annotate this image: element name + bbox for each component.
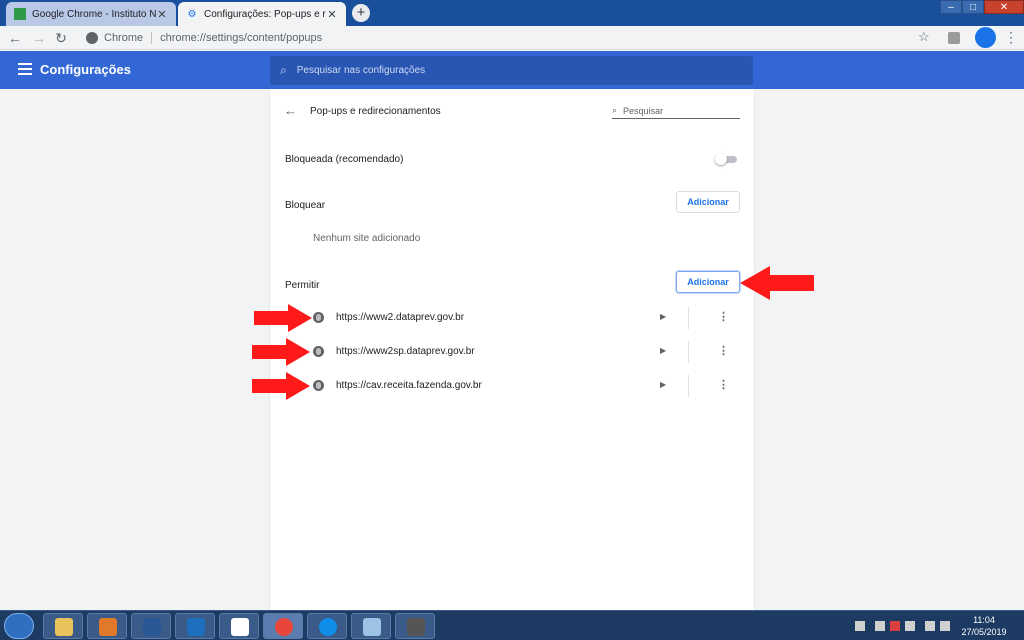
taskbar: 11:04 27/05/2019 xyxy=(0,610,1024,640)
gear-icon: ⚙ xyxy=(187,8,197,20)
caret-right-icon[interactable]: ▶ xyxy=(660,312,666,321)
empty-block-list: Nenhum site adicionado xyxy=(313,233,421,244)
globe-icon xyxy=(313,380,324,391)
chrome-taskbar-button[interactable] xyxy=(263,613,303,639)
app-taskbar-button[interactable] xyxy=(351,613,391,639)
volume-icon[interactable] xyxy=(940,621,950,631)
search-icon: ⌕ xyxy=(280,63,287,77)
site-url: https://cav.receita.fazenda.gov.br xyxy=(336,380,482,391)
tray-icon[interactable] xyxy=(855,621,865,631)
clock-date: 27/05/2019 xyxy=(961,627,1007,637)
search-placeholder: Pesquisar xyxy=(623,105,664,116)
reload-icon[interactable]: ↻ xyxy=(52,29,70,47)
subpage-title: Pop-ups e redirecionamentos xyxy=(310,106,441,117)
back-arrow-icon[interactable]: ← xyxy=(6,29,24,47)
explorer-taskbar-button[interactable] xyxy=(43,613,83,639)
tray-icon[interactable] xyxy=(890,621,900,631)
list-item[interactable]: https://www2sp.dataprev.gov.br ▶ ⋮ xyxy=(270,335,754,369)
annotation-arrow-left-icon xyxy=(740,266,814,300)
divider xyxy=(688,341,689,363)
vnc-taskbar-button[interactable] xyxy=(219,613,259,639)
hamburger-icon[interactable] xyxy=(18,63,32,75)
add-block-button[interactable]: Adicionar xyxy=(676,191,740,213)
browser-toolbar: ← → ↻ Chrome chrome://settings/content/p… xyxy=(0,26,1024,50)
flag-icon xyxy=(14,8,26,20)
annotation-arrow-right-icon xyxy=(252,338,310,366)
close-tab-icon[interactable]: ✕ xyxy=(326,8,338,21)
divider xyxy=(688,307,689,329)
teamviewer-taskbar-button[interactable] xyxy=(307,613,347,639)
caret-right-icon[interactable]: ▶ xyxy=(660,346,666,355)
site-url: https://www2.dataprev.gov.br xyxy=(336,312,465,323)
divider xyxy=(688,375,689,397)
popups-toggle[interactable] xyxy=(715,153,737,165)
caret-right-icon[interactable]: ▶ xyxy=(660,380,666,389)
tray-icon[interactable] xyxy=(875,621,885,631)
subpage-search-input[interactable]: ⌕ Pesquisar xyxy=(612,103,740,119)
omnibox-url[interactable]: chrome://settings/content/popups xyxy=(160,32,322,44)
new-tab-button[interactable]: + xyxy=(352,4,370,22)
tab-title: Google Chrome - Instituto Nacio xyxy=(32,8,156,20)
page-title: Configurações xyxy=(40,62,132,77)
tab-title: Configurações: Pop-ups e redire xyxy=(204,8,326,20)
back-arrow-icon[interactable]: ← xyxy=(284,103,297,118)
more-vert-icon[interactable]: ⋮ xyxy=(718,344,729,357)
site-info-icon[interactable] xyxy=(86,32,98,44)
window-controls: – □ ✕ xyxy=(940,0,1024,14)
media-player-taskbar-button[interactable] xyxy=(87,613,127,639)
popups-settings-card: ← Pop-ups e redirecionamentos ⌕ Pesquisa… xyxy=(270,89,754,610)
list-item[interactable]: https://www2.dataprev.gov.br ▶ ⋮ xyxy=(270,301,754,335)
blocked-label: Bloqueada (recomendado) xyxy=(285,154,404,165)
block-section-label: Bloquear xyxy=(285,200,326,211)
tray-icon[interactable] xyxy=(905,621,915,631)
app-taskbar-button[interactable] xyxy=(395,613,435,639)
avatar[interactable] xyxy=(975,27,996,48)
site-url: https://www2sp.dataprev.gov.br xyxy=(336,346,475,357)
globe-icon xyxy=(313,312,324,323)
close-tab-icon[interactable]: ✕ xyxy=(156,8,168,21)
globe-icon xyxy=(313,346,324,357)
add-allow-button[interactable]: Adicionar xyxy=(676,271,740,293)
outlook-taskbar-button[interactable] xyxy=(175,613,215,639)
omnibox-chip: Chrome xyxy=(104,32,153,44)
list-item[interactable]: https://cav.receita.fazenda.gov.br ▶ ⋮ xyxy=(270,369,754,403)
system-clock[interactable]: 11:04 27/05/2019 xyxy=(958,614,1010,638)
clock-time: 11:04 xyxy=(973,615,995,625)
maximize-button[interactable]: □ xyxy=(962,0,984,14)
annotation-arrow-right-icon xyxy=(254,304,312,332)
allow-section-label: Permitir xyxy=(285,280,320,291)
more-vert-icon[interactable]: ⋮ xyxy=(718,378,729,391)
forward-arrow-icon[interactable]: → xyxy=(30,29,48,47)
minimize-button[interactable]: – xyxy=(940,0,962,14)
more-vert-icon[interactable]: ⋮ xyxy=(1004,29,1018,46)
star-icon[interactable]: ☆ xyxy=(918,29,930,45)
address-bar[interactable]: Chrome chrome://settings/content/popups xyxy=(78,27,943,49)
start-button[interactable] xyxy=(4,613,34,639)
close-window-button[interactable]: ✕ xyxy=(984,0,1024,14)
search-icon: ⌕ xyxy=(612,105,618,115)
more-vert-icon[interactable]: ⋮ xyxy=(718,310,729,323)
word-taskbar-button[interactable] xyxy=(131,613,171,639)
tab-settings[interactable]: ⚙ Configurações: Pop-ups e redire ✕ xyxy=(178,2,346,26)
settings-header: Configurações ⌕ Pesquisar nas configuraç… xyxy=(0,51,1024,89)
settings-search-input[interactable]: ⌕ Pesquisar nas configurações xyxy=(270,56,753,85)
tab-instituto[interactable]: Google Chrome - Instituto Nacio ✕ xyxy=(6,2,176,26)
annotation-arrow-right-icon xyxy=(252,372,310,400)
extension-icon[interactable] xyxy=(948,32,960,44)
tab-strip: Google Chrome - Instituto Nacio ✕ ⚙ Conf… xyxy=(0,0,1024,26)
network-icon[interactable] xyxy=(925,621,935,631)
search-placeholder: Pesquisar nas configurações xyxy=(296,65,426,76)
